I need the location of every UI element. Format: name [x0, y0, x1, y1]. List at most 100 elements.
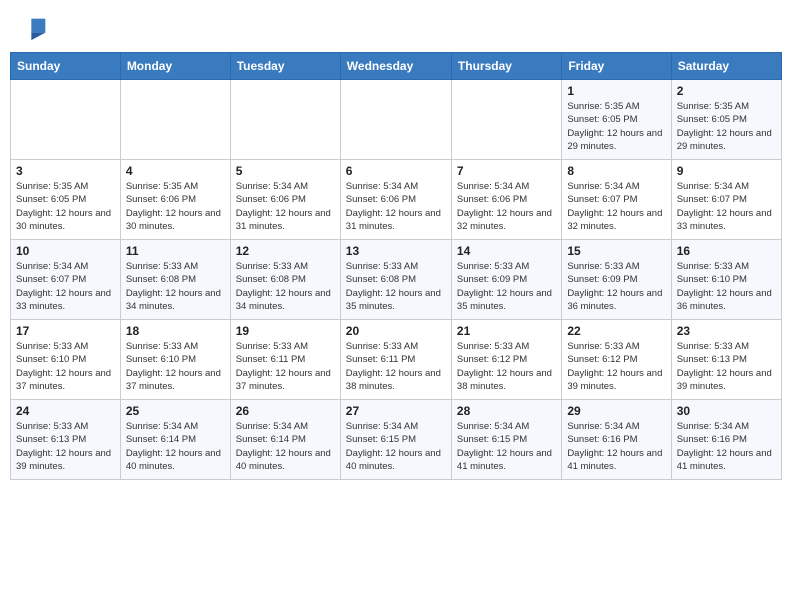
calendar-cell: 20Sunrise: 5:33 AMSunset: 6:11 PMDayligh… [340, 320, 451, 400]
day-detail: Sunrise: 5:35 AM [567, 100, 665, 113]
day-detail: Sunrise: 5:33 AM [236, 260, 335, 273]
day-detail: Sunrise: 5:34 AM [677, 420, 776, 433]
day-number: 9 [677, 164, 776, 178]
day-detail: Sunset: 6:09 PM [567, 273, 665, 286]
logo-icon [22, 14, 50, 42]
day-detail: Daylight: 12 hours and 30 minutes. [16, 207, 115, 234]
day-detail: Sunset: 6:08 PM [236, 273, 335, 286]
day-detail: Sunrise: 5:34 AM [677, 180, 776, 193]
day-detail: Sunrise: 5:34 AM [346, 180, 446, 193]
day-number: 1 [567, 84, 665, 98]
weekday-header: Saturday [671, 53, 781, 80]
day-detail: Daylight: 12 hours and 34 minutes. [126, 287, 225, 314]
day-detail: Sunset: 6:06 PM [236, 193, 335, 206]
day-detail: Sunset: 6:08 PM [346, 273, 446, 286]
day-detail: Daylight: 12 hours and 33 minutes. [677, 207, 776, 234]
calendar-cell: 2Sunrise: 5:35 AMSunset: 6:05 PMDaylight… [671, 80, 781, 160]
day-number: 24 [16, 404, 115, 418]
day-detail: Sunset: 6:14 PM [126, 433, 225, 446]
calendar-cell [120, 80, 230, 160]
day-detail: Daylight: 12 hours and 35 minutes. [346, 287, 446, 314]
day-number: 11 [126, 244, 225, 258]
day-detail: Sunset: 6:16 PM [677, 433, 776, 446]
day-detail: Sunrise: 5:34 AM [457, 180, 556, 193]
day-detail: Sunrise: 5:35 AM [677, 100, 776, 113]
calendar-cell: 6Sunrise: 5:34 AMSunset: 6:06 PMDaylight… [340, 160, 451, 240]
day-detail: Sunset: 6:10 PM [126, 353, 225, 366]
day-detail: Sunrise: 5:35 AM [126, 180, 225, 193]
day-detail: Daylight: 12 hours and 37 minutes. [16, 367, 115, 394]
weekday-header: Friday [562, 53, 671, 80]
calendar-cell: 23Sunrise: 5:33 AMSunset: 6:13 PMDayligh… [671, 320, 781, 400]
day-detail: Sunrise: 5:34 AM [236, 180, 335, 193]
day-detail: Daylight: 12 hours and 33 minutes. [16, 287, 115, 314]
day-detail: Sunrise: 5:33 AM [236, 340, 335, 353]
day-detail: Sunrise: 5:33 AM [346, 260, 446, 273]
calendar-cell: 3Sunrise: 5:35 AMSunset: 6:05 PMDaylight… [11, 160, 121, 240]
day-detail: Sunrise: 5:33 AM [457, 260, 556, 273]
weekday-header: Sunday [11, 53, 121, 80]
calendar-cell: 19Sunrise: 5:33 AMSunset: 6:11 PMDayligh… [230, 320, 340, 400]
calendar-cell: 15Sunrise: 5:33 AMSunset: 6:09 PMDayligh… [562, 240, 671, 320]
day-detail: Sunrise: 5:33 AM [346, 340, 446, 353]
calendar-cell: 22Sunrise: 5:33 AMSunset: 6:12 PMDayligh… [562, 320, 671, 400]
calendar-cell: 13Sunrise: 5:33 AMSunset: 6:08 PMDayligh… [340, 240, 451, 320]
day-detail: Sunset: 6:05 PM [677, 113, 776, 126]
day-detail: Sunrise: 5:33 AM [126, 260, 225, 273]
day-number: 16 [677, 244, 776, 258]
calendar-cell: 18Sunrise: 5:33 AMSunset: 6:10 PMDayligh… [120, 320, 230, 400]
day-detail: Daylight: 12 hours and 38 minutes. [346, 367, 446, 394]
calendar-cell: 9 Sunrise: 5:34 AMSunset: 6:07 PMDaylight… [671, 160, 781, 240]
day-detail: Sunset: 6:07 PM [677, 193, 776, 206]
day-detail: Sunrise: 5:33 AM [126, 340, 225, 353]
day-detail: Sunrise: 5:35 AM [16, 180, 115, 193]
calendar-cell: 4Sunrise: 5:35 AMSunset: 6:06 PMDaylight… [120, 160, 230, 240]
calendar-table: SundayMondayTuesdayWednesdayThursdayFrid… [10, 52, 782, 480]
day-number: 29 [567, 404, 665, 418]
day-detail: Daylight: 12 hours and 40 minutes. [126, 447, 225, 474]
day-detail: Sunrise: 5:34 AM [236, 420, 335, 433]
day-number: 25 [126, 404, 225, 418]
day-detail: Sunrise: 5:34 AM [126, 420, 225, 433]
calendar-cell: 21Sunrise: 5:33 AMSunset: 6:12 PMDayligh… [451, 320, 561, 400]
day-detail: Daylight: 12 hours and 41 minutes. [457, 447, 556, 474]
day-number: 27 [346, 404, 446, 418]
calendar-cell: 29 Sunrise: 5:34 AMSunset: 6:16 PMDayligh… [562, 400, 671, 480]
day-detail: Sunrise: 5:34 AM [567, 420, 665, 433]
day-detail: Daylight: 12 hours and 38 minutes. [457, 367, 556, 394]
day-number: 14 [457, 244, 556, 258]
weekday-header: Wednesday [340, 53, 451, 80]
day-number: 21 [457, 324, 556, 338]
day-detail: Daylight: 12 hours and 29 minutes. [677, 127, 776, 154]
day-detail: Sunset: 6:11 PM [236, 353, 335, 366]
weekday-header: Monday [120, 53, 230, 80]
calendar-cell: 12Sunrise: 5:33 AMSunset: 6:08 PMDayligh… [230, 240, 340, 320]
day-number: 8 [567, 164, 665, 178]
day-detail: Daylight: 12 hours and 39 minutes. [677, 367, 776, 394]
day-detail: Daylight: 12 hours and 34 minutes. [236, 287, 335, 314]
day-detail: Daylight: 12 hours and 29 minutes. [567, 127, 665, 154]
calendar-cell: 17Sunrise: 5:33 AMSunset: 6:10 PMDayligh… [11, 320, 121, 400]
calendar-cell [230, 80, 340, 160]
day-detail: Sunset: 6:08 PM [126, 273, 225, 286]
day-number: 23 [677, 324, 776, 338]
day-detail: Daylight: 12 hours and 31 minutes. [346, 207, 446, 234]
day-detail: Sunrise: 5:33 AM [16, 420, 115, 433]
day-detail: Sunrise: 5:33 AM [457, 340, 556, 353]
day-detail: Sunset: 6:16 PM [567, 433, 665, 446]
day-number: 10 [16, 244, 115, 258]
day-detail: Daylight: 12 hours and 41 minutes. [567, 447, 665, 474]
calendar-cell: 16Sunrise: 5:33 AMSunset: 6:10 PMDayligh… [671, 240, 781, 320]
day-number: 3 [16, 164, 115, 178]
calendar-cell: 7Sunrise: 5:34 AMSunset: 6:06 PMDaylight… [451, 160, 561, 240]
day-number: 4 [126, 164, 225, 178]
calendar-cell: 24Sunrise: 5:33 AMSunset: 6:13 PMDayligh… [11, 400, 121, 480]
day-detail: Sunrise: 5:34 AM [16, 260, 115, 273]
day-detail: Daylight: 12 hours and 31 minutes. [236, 207, 335, 234]
calendar-cell [340, 80, 451, 160]
calendar-cell: 1Sunrise: 5:35 AMSunset: 6:05 PMDaylight… [562, 80, 671, 160]
day-number: 5 [236, 164, 335, 178]
day-number: 7 [457, 164, 556, 178]
logo [16, 14, 50, 42]
calendar-cell: 30Sunrise: 5:34 AMSunset: 6:16 PMDayligh… [671, 400, 781, 480]
